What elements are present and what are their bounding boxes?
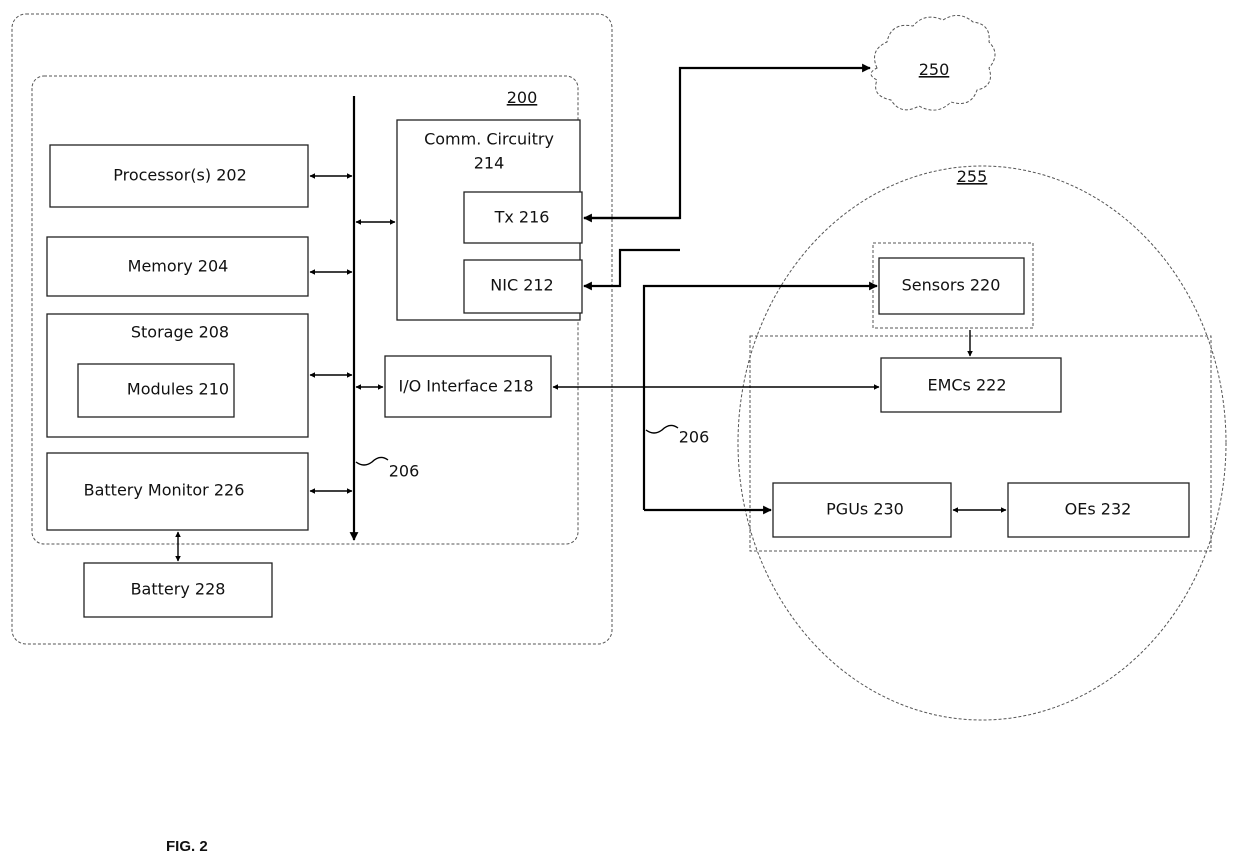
bus-label-right: 206: [679, 428, 710, 447]
figure-caption: FIG. 2: [166, 838, 208, 855]
sensors-label: Sensors 220: [902, 276, 1001, 295]
network-link: [584, 63, 871, 220]
tx-label: Tx 216: [494, 208, 550, 227]
comm-circuitry-label-line2: 214: [474, 154, 505, 173]
modules-label: Modules 210: [127, 380, 229, 399]
battery-monitor-label: Battery Monitor 226: [84, 481, 245, 500]
device-ref-label: 200: [507, 88, 538, 107]
network-ref-label: 250: [919, 60, 950, 79]
oes-label: OEs 232: [1065, 500, 1132, 519]
pgus-label: PGUs 230: [826, 500, 904, 519]
block-diagram: 200 206 Processor(s) 202 Memory 204 Stor…: [11, 13, 1227, 855]
bus-squiggle-left: [355, 456, 389, 466]
io-interface-label: I/O Interface 218: [398, 377, 533, 396]
memory-label: Memory 204: [128, 257, 229, 276]
processor-label: Processor(s) 202: [113, 166, 247, 185]
bus-squiggle-right: [645, 424, 679, 434]
storage-label: Storage 208: [131, 323, 229, 342]
emcs-label: EMCs 222: [927, 376, 1006, 395]
sensor-bus-link: [642, 281, 878, 510]
nic-link: [583, 248, 680, 291]
environment-ellipse: [737, 165, 1227, 721]
bus-label-left: 206: [389, 462, 420, 481]
environment-ref-label: 255: [957, 167, 988, 186]
nic-label: NIC 212: [490, 276, 553, 295]
battery-label: Battery 228: [131, 580, 226, 599]
comm-circuitry-label-line1: Comm. Circuitry: [424, 130, 554, 149]
